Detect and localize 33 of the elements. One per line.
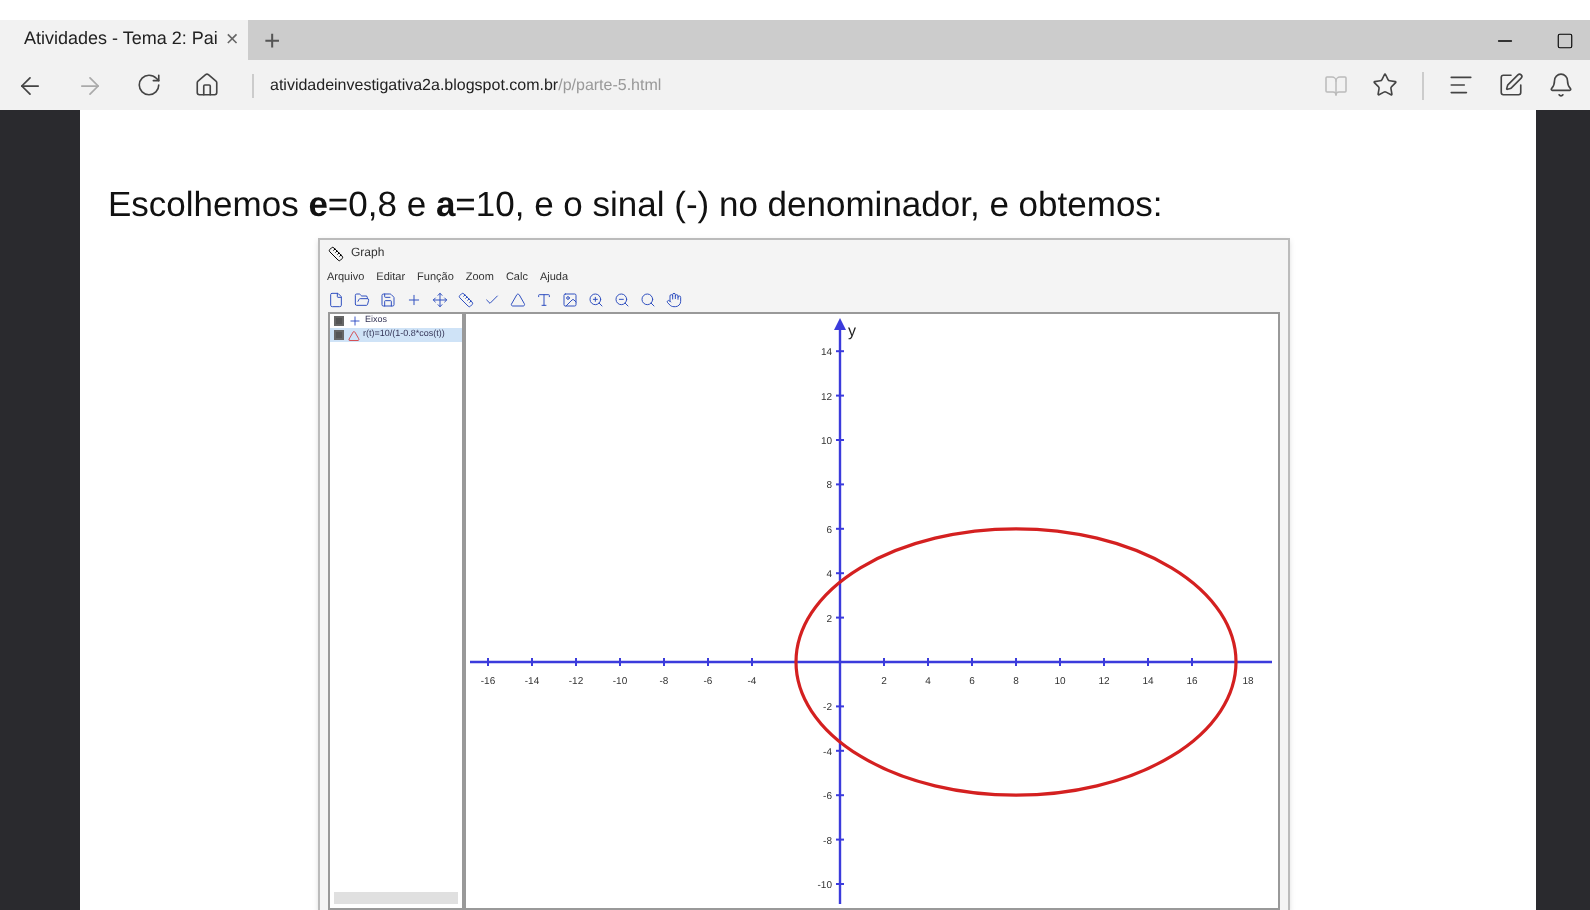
zoom-in-icon[interactable]	[587, 291, 603, 308]
text-icon[interactable]	[535, 291, 551, 308]
back-icon[interactable]	[16, 71, 44, 99]
scrollbar[interactable]	[333, 892, 457, 905]
ruler-icon[interactable]	[457, 291, 473, 308]
maximize-icon[interactable]	[1556, 31, 1574, 49]
axes-icon	[347, 314, 361, 329]
curve-icon	[347, 329, 359, 342]
triangle-icon[interactable]	[509, 291, 525, 308]
address-field[interactable]: atividadeinvestigativa2a.blogspot.com.br/p/parte-5.html	[252, 73, 662, 97]
image-icon[interactable]	[561, 291, 577, 308]
new-file-icon[interactable]	[327, 291, 343, 308]
new-tab-button[interactable]: +	[248, 19, 297, 61]
hand-icon[interactable]	[665, 291, 681, 308]
hub-icon[interactable]	[1448, 72, 1474, 98]
note-icon[interactable]	[1498, 72, 1524, 98]
item-checkbox[interactable]	[333, 330, 343, 341]
tab-title: Atividades - Tema 2: Pai	[24, 26, 218, 53]
browser-tab[interactable]: Atividades - Tema 2: Pai ×	[0, 20, 248, 60]
refresh-icon[interactable]	[136, 72, 162, 98]
search-icon[interactable]	[639, 291, 655, 308]
zoom-out-icon[interactable]	[613, 291, 629, 308]
folder-icon[interactable]	[353, 291, 369, 308]
heading: Escolhemos e=0,8 e a=10, e o sinal (-) no denominador, e obtemos:	[106, 182, 1163, 228]
check-icon[interactable]	[483, 291, 499, 308]
item-checkbox[interactable]	[333, 316, 343, 327]
tab-close[interactable]: ×	[225, 23, 239, 57]
star-icon[interactable]	[1372, 72, 1398, 98]
save-icon[interactable]	[379, 291, 395, 308]
move-icon[interactable]	[431, 291, 447, 308]
app-icon	[327, 246, 343, 263]
home-icon[interactable]	[194, 72, 220, 98]
axis-label: y	[847, 322, 855, 341]
